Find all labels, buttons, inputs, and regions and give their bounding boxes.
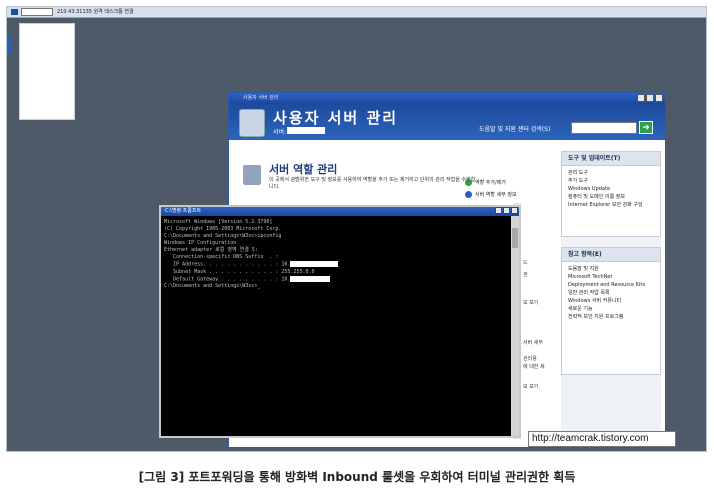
console-line: (C) Copyright 1985-2003 Microsoft Corp. — [164, 226, 282, 232]
console-output[interactable]: Microsoft Windows [Version 5.2.3790] (C) … — [164, 219, 509, 433]
references-heading[interactable]: 참고 항목(E) — [562, 248, 660, 262]
rdp-icon — [11, 9, 18, 15]
maximize-button[interactable] — [646, 94, 654, 102]
mid-text[interactable]: 보 보기 — [523, 299, 538, 306]
pane-link[interactable]: 일반 관리 작업 목록 — [562, 289, 660, 297]
help-search-label: 도움말 및 지원 센터 검색(S) — [479, 126, 551, 133]
pane-link[interactable]: 도움말 및 지원 — [562, 265, 660, 273]
minimize-button[interactable] — [495, 207, 502, 214]
pane-link[interactable]: 관리 도구 — [562, 169, 660, 177]
pane-link[interactable]: Internet Explorer 보안 강화 구성 — [562, 201, 660, 209]
info-icon — [465, 191, 472, 198]
watermark-url: http://teamcrak.tistory.com — [528, 431, 676, 447]
rdp-address-box[interactable] — [21, 8, 53, 16]
minimize-button[interactable] — [637, 94, 645, 102]
console-line: Microsoft Windows [Version 5.2.3790] — [164, 219, 273, 225]
rdp-title: 210 43.31135 원격 데스크톱 연결 — [57, 9, 134, 15]
mid-text[interactable]: 서버 세부 — [523, 339, 543, 346]
redacted-ip — [290, 261, 339, 267]
mid-text: 관리용 — [523, 356, 537, 362]
mid-text: 관 — [523, 272, 528, 278]
console-line-ip: IP Address. . . . . . . . . . . . : 10. — [164, 261, 509, 269]
tools-box: 도구 및 업데이트(T) 관리 도구 추가 도구 Windows Update … — [561, 151, 661, 237]
rdp-title-bar: 210 43.31135 원격 데스크톱 연결 — [7, 7, 706, 18]
help-search-input[interactable] — [571, 122, 637, 134]
cmd-title-bar: C:\명령 프롬프트 — [161, 207, 519, 216]
pane-link[interactable]: 추가 도구 — [562, 177, 660, 185]
mid-text[interactable]: 에 대한 세 — [523, 363, 545, 370]
server-window-title: 사용자 서버 관리 — [243, 95, 279, 101]
cmd-scroll-thumb[interactable] — [512, 228, 518, 248]
maximize-button[interactable] — [503, 207, 510, 214]
cmd-scrollbar[interactable] — [511, 216, 519, 436]
task-pane: 도구 및 업데이트(T) 관리 도구 추가 도구 Windows Update … — [561, 151, 661, 441]
console-line-gateway: Default Gateway . . . . . . . . . : 10. — [164, 275, 509, 284]
arrow-right-icon[interactable]: ➜ — [639, 121, 653, 134]
server-name-redacted — [287, 127, 325, 134]
redacted-gateway — [290, 275, 331, 282]
console-line: Ethernet adapter 로컬 영역 연결 5: — [164, 247, 258, 253]
pane-link[interactable]: 새로운 기능 — [562, 305, 660, 313]
server-header-band: 사용자 서버 관리 서버: 도움말 및 지원 센터 검색(S) ➜ — [229, 104, 665, 140]
mid-text[interactable]: 보 보기 — [523, 383, 538, 390]
command-prompt-window: C:\명령 프롬프트 Microsoft Windows [Version 5.… — [159, 205, 521, 438]
pane-link[interactable]: 컴퓨터 및 도메인 이름 정보 — [562, 193, 660, 201]
role-description: 이 곳에서 광범위한 도구 및 정보를 사용하여 역할을 추가 또는 제거하고 … — [269, 177, 476, 190]
add-remove-role-link[interactable]: 역할 추가/제거 — [465, 179, 506, 186]
pane-link[interactable]: Windows 서버 커뮤니티 — [562, 297, 660, 305]
console-line: C:\Documents and Settings\W3sc>ipconfig — [164, 233, 282, 239]
console-line: Connection-specific DNS Suffix . : — [164, 254, 279, 260]
console-line: Subnet Mask . . . . . . . . . . . : 255.… — [164, 268, 315, 275]
tools-heading[interactable]: 도구 및 업데이트(T) — [562, 152, 660, 166]
role-title: 서버 역할 관리 — [269, 163, 338, 176]
close-button[interactable] — [655, 94, 663, 102]
pane-link[interactable]: Windows Update — [562, 185, 660, 193]
page-title: 사용자 서버 관리 — [273, 109, 399, 127]
server-label: 서버: — [273, 129, 287, 136]
console-line: Windows IP Configuration — [164, 240, 237, 246]
side-strip — [7, 35, 11, 53]
mid-text: 드 — [523, 260, 528, 266]
pane-link[interactable]: 전략적 보안 지원 프로그램 — [562, 313, 660, 321]
close-button[interactable] — [511, 207, 518, 214]
figure-caption: [그림 3] 포트포워딩을 통해 방화벽 Inbound 룰셋을 우회하여 터미… — [138, 470, 576, 484]
references-box: 참고 항목(E) 도움말 및 지원 Microsoft TechNet Depl… — [561, 247, 661, 375]
blank-panel — [19, 23, 75, 120]
cmd-title: C:\명령 프롬프트 — [165, 208, 202, 214]
pane-link[interactable]: Deployment and Resource Kits — [562, 281, 660, 289]
role-details-link[interactable]: 서버 역할 세부 정보 — [465, 191, 517, 198]
pane-link[interactable]: Microsoft TechNet — [562, 273, 660, 281]
server-icon — [239, 109, 265, 137]
server-role-icon — [243, 165, 261, 185]
add-icon — [465, 179, 472, 186]
console-line: C:\Documents and Settings\W3sc>_ — [164, 283, 261, 289]
server-window-title-bar: 사용자 서버 관리 — [229, 93, 665, 104]
